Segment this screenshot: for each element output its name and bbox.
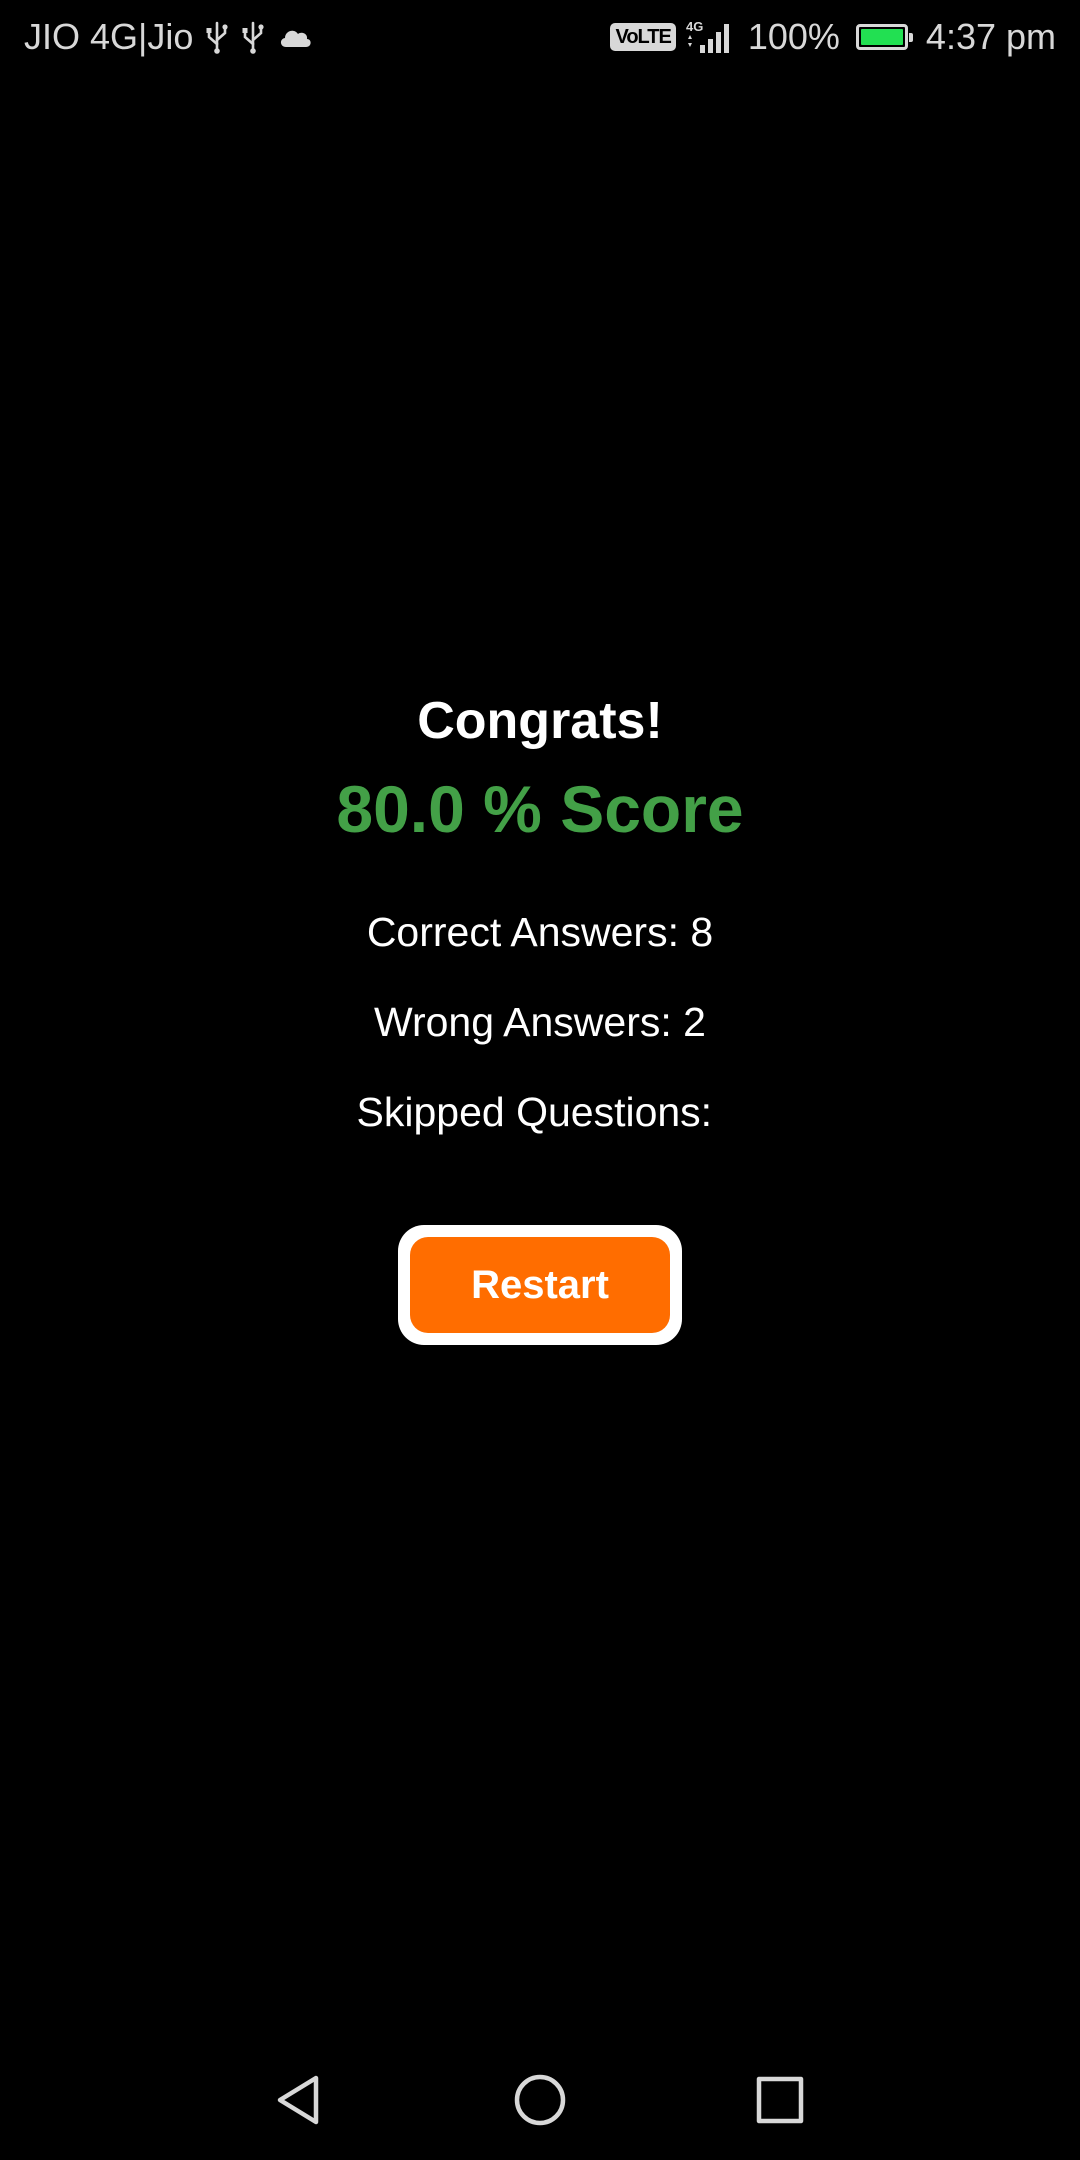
score-label: 80.0 % Score [336, 772, 744, 846]
battery-icon [855, 24, 913, 50]
wrong-answers-label: Wrong Answers: 2 [374, 999, 706, 1045]
restart-button-frame: Restart [398, 1225, 682, 1345]
clock: 4:37 pm [925, 16, 1056, 57]
battery-level [860, 29, 903, 45]
network-type-label: 4G [686, 19, 703, 34]
home-button[interactable] [500, 2060, 580, 2140]
result-title: Congrats! [417, 692, 663, 750]
battery-percent: 100% [747, 16, 840, 57]
usb-icon [205, 20, 229, 54]
back-button[interactable] [260, 2060, 340, 2140]
signal-icon: 4G [686, 19, 738, 55]
navigation-bar [0, 2040, 1080, 2160]
usb-icon [241, 20, 265, 54]
cloud-icon [277, 25, 313, 49]
recents-button[interactable] [740, 2060, 820, 2140]
restart-button[interactable]: Restart [410, 1237, 670, 1333]
home-icon [514, 2074, 566, 2126]
volte-badge: VoLTE [610, 23, 676, 51]
carrier-label: JIO 4G|Jio [24, 16, 194, 57]
status-bar: JIO 4G|Jio VoLTE 4G 100% 4:37 pm [0, 0, 1080, 74]
back-icon [277, 2075, 319, 2125]
status-bar-right: VoLTE 4G 100% 4:37 pm [610, 16, 1056, 58]
skipped-questions-label: Skipped Questions: [356, 1089, 724, 1135]
recents-icon [756, 2076, 804, 2124]
battery-cap [908, 33, 913, 42]
status-bar-left: JIO 4G|Jio [24, 16, 313, 58]
correct-answers-label: Correct Answers: 8 [366, 909, 714, 955]
result-panel: Congrats! 80.0 % Score Correct Answers: … [0, 686, 1080, 1140]
quiz-result-screen: JIO 4G|Jio VoLTE 4G 100% 4:37 pm Congrat… [0, 0, 1080, 2160]
